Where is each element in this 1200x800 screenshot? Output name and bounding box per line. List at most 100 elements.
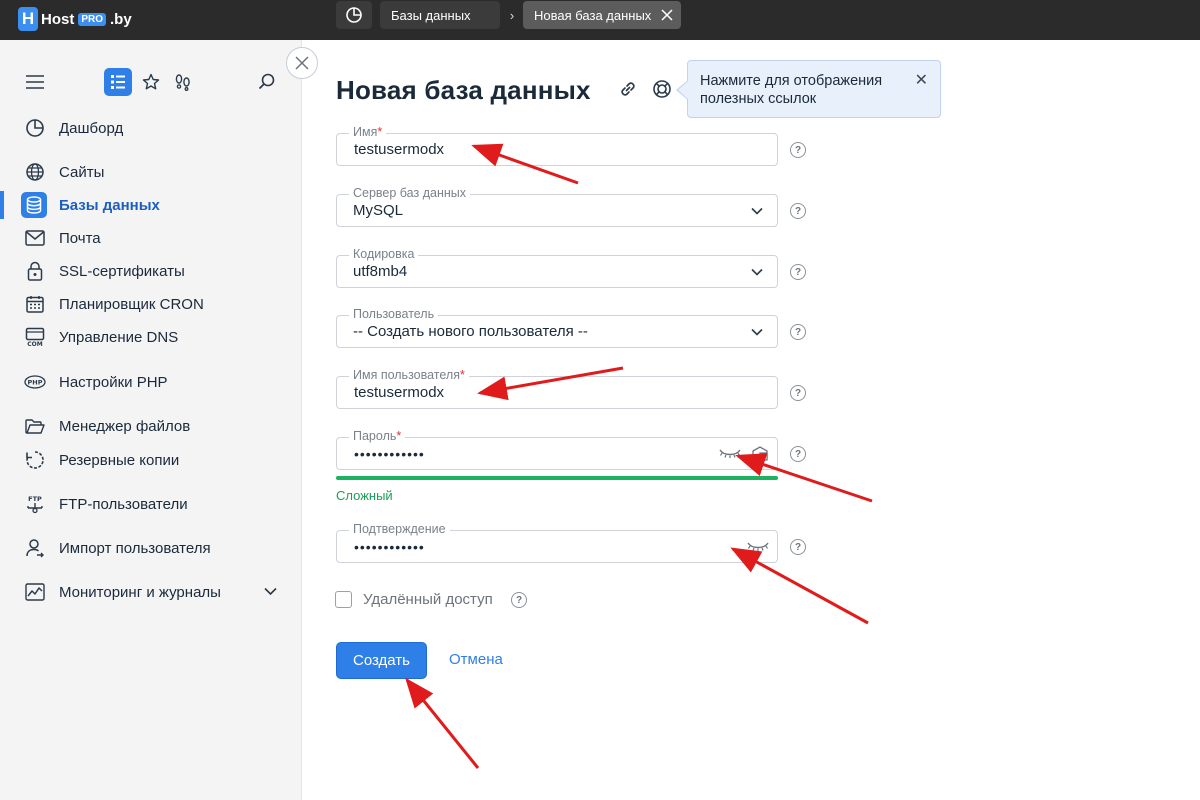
help-icon[interactable]: ? [790, 385, 806, 401]
remote-access-label[interactable]: Удалённый доступ [363, 591, 493, 608]
field-label: Сервер баз данных [349, 186, 470, 200]
dns-icon: COM [24, 326, 46, 348]
sidebar-item-monitoring[interactable]: Мониторинг и журналы [0, 578, 300, 606]
password-field[interactable]: Пароль* •••••••••••• [336, 429, 778, 470]
breadcrumb-separator: › [509, 7, 515, 23]
sidebar-item-label: Управление DNS [59, 328, 179, 346]
field-label: Кодировка [349, 247, 419, 261]
folder-icon [24, 415, 46, 437]
sidebar-item-backups[interactable]: Резервные копии [0, 446, 300, 474]
database-name-field[interactable]: Имя* testusermodx [336, 125, 778, 166]
user-import-icon [24, 537, 46, 559]
close-tab-icon[interactable] [661, 9, 673, 21]
help-icon[interactable]: ? [790, 264, 806, 280]
page-title: Новая база данных [336, 75, 591, 105]
annotation-arrow [405, 677, 480, 769]
encoding-select[interactable]: Кодировка utf8mb4 [336, 247, 778, 288]
sidebar-item-label: Настройки PHP [59, 373, 168, 391]
password-confirm-field[interactable]: Подтверждение •••••••••••• [336, 522, 778, 563]
help-icon[interactable]: ? [790, 446, 806, 462]
sidebar-toolbar [0, 68, 300, 98]
help-links-button[interactable] [651, 78, 673, 100]
user-value: -- Создать нового пользователя -- [353, 323, 588, 340]
tab-new-database-label: Новая база данных [534, 7, 652, 23]
password-strength-bar [336, 476, 778, 480]
sidebar-item-user-import[interactable]: Импорт пользователя [0, 534, 300, 562]
tooltip-text: Нажмите для отображения полезных ссылок [700, 73, 883, 107]
sidebar-search-button[interactable] [256, 68, 278, 96]
help-icon[interactable]: ? [790, 142, 806, 158]
view-list-button[interactable] [104, 68, 132, 96]
sidebar-item-label: Сайты [59, 163, 105, 181]
sidebar-item-label: Дашборд [59, 119, 124, 137]
sidebar-item-label: Планировщик CRON [59, 295, 204, 313]
chevron-down-icon [751, 268, 763, 276]
database-name-value: testusermodx [354, 141, 445, 158]
db-server-value: MySQL [353, 202, 404, 219]
cancel-link[interactable]: Отмена [449, 651, 503, 668]
sidebar-item-ftp[interactable]: FTP FTP-пользователи [0, 490, 300, 518]
star-icon [142, 73, 160, 90]
favorites-button[interactable] [140, 68, 162, 96]
help-tooltip[interactable]: Нажмите для отображения полезных ссылок … [687, 60, 941, 118]
chevron-down-icon[interactable] [264, 587, 277, 596]
remote-access-checkbox[interactable] [335, 591, 352, 608]
sidebar-item-cron[interactable]: Планировщик CRON [0, 290, 300, 318]
sidebar-item-dashboard[interactable]: Дашборд [0, 114, 300, 142]
logo-text-pro: PRO [78, 12, 107, 26]
help-icon[interactable]: ? [790, 203, 806, 219]
sidebar-item-ssl[interactable]: SSL-сертификаты [0, 257, 300, 285]
recent-button[interactable] [172, 68, 194, 96]
dashboard-icon [24, 117, 46, 139]
password-confirm-value: •••••••••••• [354, 539, 425, 555]
search-icon [258, 73, 275, 90]
hamburger-icon [26, 75, 44, 89]
username-field[interactable]: Имя пользователя* testusermodx [336, 368, 778, 409]
sidebar-item-databases[interactable]: Базы данных [0, 191, 300, 219]
show-password-icon[interactable] [719, 447, 741, 459]
field-label: Имя* [349, 125, 387, 139]
footprints-icon [175, 74, 190, 91]
php-icon: PHP [24, 371, 46, 393]
password-value: •••••••••••• [354, 446, 425, 462]
sidebar-item-label: FTP-пользователи [59, 495, 188, 513]
help-icon[interactable]: ? [790, 324, 806, 340]
close-sidebar-button[interactable] [286, 47, 318, 79]
tab-new-database[interactable]: Новая база данных [523, 1, 681, 29]
copy-link-button[interactable] [617, 78, 639, 100]
generate-password-icon[interactable] [751, 444, 769, 464]
sidebar-item-mail[interactable]: Почта [0, 224, 300, 252]
chevron-down-icon [751, 207, 763, 215]
sidebar: Дашборд Сайты Базы данных Почта SSL-серт… [0, 40, 302, 800]
sidebar-item-php[interactable]: PHP Настройки PHP [0, 368, 300, 396]
create-button[interactable]: Создать [336, 642, 427, 679]
show-password-icon[interactable] [747, 540, 769, 552]
logo-mark-icon: H [18, 7, 38, 31]
calendar-icon [24, 293, 46, 315]
field-label: Имя пользователя* [349, 368, 469, 382]
svg-text:COM: COM [27, 341, 43, 347]
breadcrumb-databases[interactable]: Базы данных [380, 1, 500, 29]
help-icon[interactable]: ? [790, 539, 806, 555]
monitoring-icon [24, 581, 46, 603]
user-select[interactable]: Пользователь -- Создать нового пользоват… [336, 307, 778, 348]
sidebar-item-label: Мониторинг и журналы [59, 583, 221, 601]
sidebar-item-label: Почта [59, 229, 101, 247]
dashboard-tab[interactable] [336, 1, 372, 29]
sidebar-item-dns[interactable]: COM Управление DNS [0, 323, 300, 351]
sidebar-item-file-manager[interactable]: Менеджер файлов [0, 412, 300, 440]
field-label: Пользователь [349, 307, 439, 321]
menu-toggle-button[interactable] [24, 68, 46, 96]
dashboard-icon [346, 7, 362, 23]
sidebar-item-sites[interactable]: Сайты [0, 158, 300, 186]
tooltip-pointer-fill [678, 81, 688, 99]
logo-text-suffix: .by [110, 10, 132, 28]
sidebar-item-label: Менеджер файлов [59, 417, 191, 435]
db-server-select[interactable]: Сервер баз данных MySQL [336, 186, 778, 227]
link-icon [621, 82, 635, 96]
hostpro-logo[interactable]: H Host PRO .by [18, 5, 132, 33]
mail-icon [24, 227, 46, 249]
close-tooltip-icon[interactable]: ✕ [915, 72, 928, 90]
field-label: Пароль* [349, 429, 406, 443]
help-icon[interactable]: ? [511, 592, 527, 608]
